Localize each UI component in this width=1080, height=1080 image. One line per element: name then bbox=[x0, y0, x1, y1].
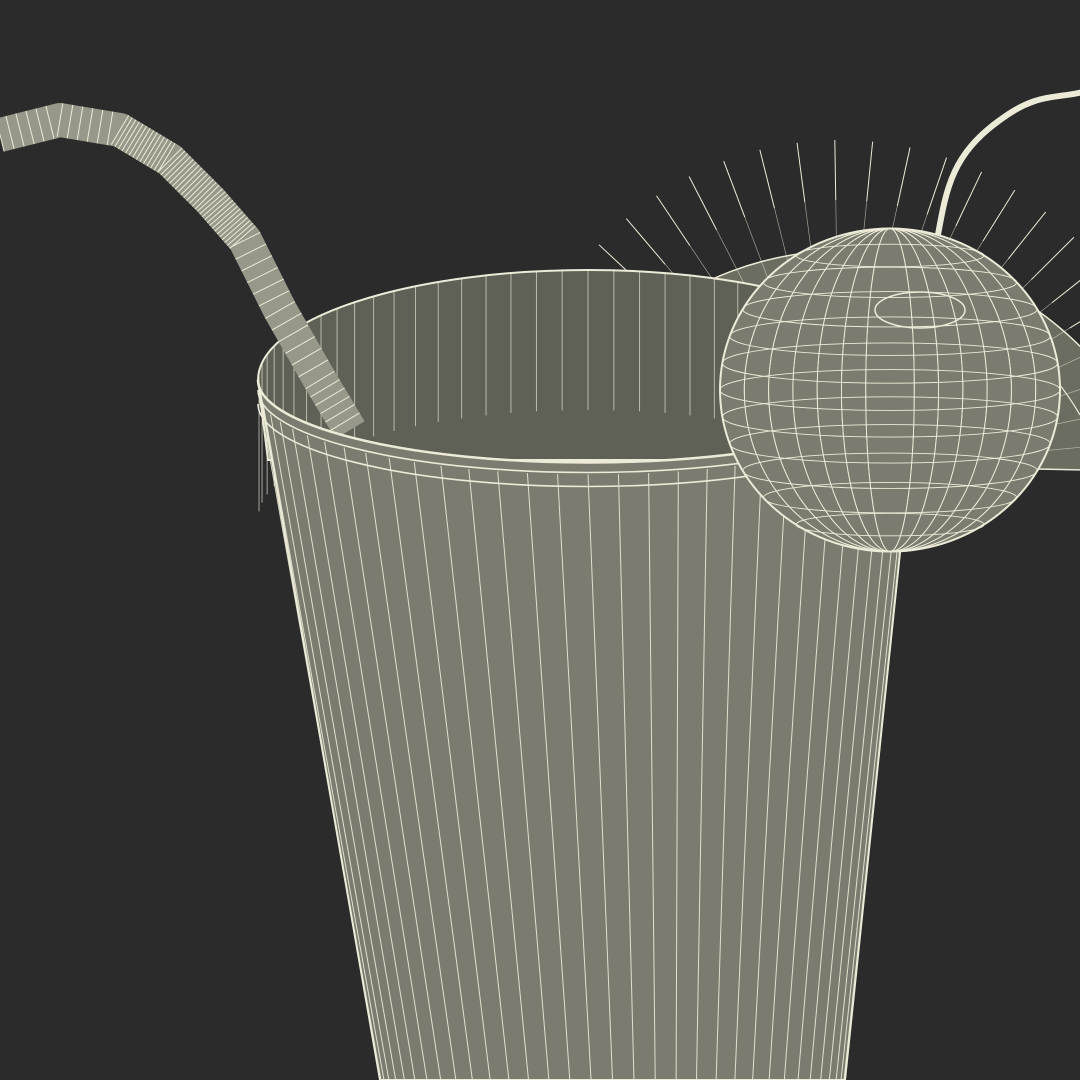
wireframe-scene bbox=[0, 0, 1080, 1080]
wireframe-viewport bbox=[0, 0, 1080, 1080]
